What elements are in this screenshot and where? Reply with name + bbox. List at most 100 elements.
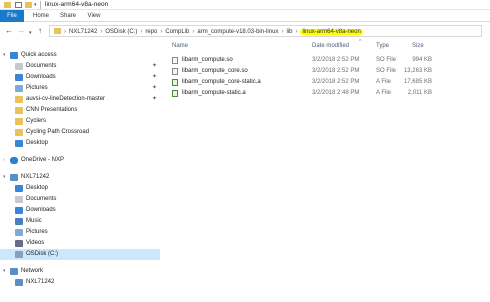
address-row: ← → ▾ ↑ › NXL71242 › OSDisk (C:) › repo › CompL… <box>0 23 490 39</box>
column-header-size[interactable]: Size <box>412 43 424 49</box>
nav-this-pc[interactable]: ▾ NXL71242 <box>0 172 160 183</box>
file-row[interactable]: libarm_compute.so 3/2/2018 2:52 PM SO Fi… <box>168 55 490 66</box>
nav-item-pc-pictures[interactable]: Pictures <box>0 227 160 238</box>
folder-icon <box>54 28 61 34</box>
crumb-drive[interactable]: OSDisk (C:) <box>105 29 137 35</box>
window-title: linux-arm64-v8a-neon <box>45 1 109 8</box>
nav-label: Quick access <box>21 52 57 58</box>
nav-item-pc-desktop[interactable]: Desktop <box>0 183 160 194</box>
nav-label: OneDrive - NXP <box>21 157 65 163</box>
file-row[interactable]: libarm_compute_core-static.a 3/2/2018 2:… <box>168 77 490 88</box>
folder-icon <box>15 107 23 114</box>
nav-item-pictures[interactable]: Pictures ✦ <box>0 83 160 94</box>
nav-item-cnn-presentations[interactable]: CNN Presentations <box>0 105 160 116</box>
address-bar[interactable]: › NXL71242 › OSDisk (C:) › repo › CompLib › arm_c… <box>49 25 482 37</box>
crumb-arm-compute[interactable]: arm_compute-v18.03-bin-linux <box>197 29 278 35</box>
download-icon <box>15 74 23 81</box>
file-row[interactable]: libarm_compute-static.a 3/2/2018 2:48 PM… <box>168 88 490 99</box>
sort-chevron-icon: ^ <box>359 39 362 45</box>
file-date: 3/2/2018 2:48 PM <box>312 90 360 96</box>
nav-label: Documents <box>26 63 57 69</box>
nav-item-osdisk[interactable]: OSDisk (C:) <box>0 249 160 260</box>
folder-icon <box>15 118 23 125</box>
nav-item-pc-documents[interactable]: Documents <box>0 194 160 205</box>
nav-label: Desktop <box>26 185 49 191</box>
nav-label: Documents <box>26 196 57 202</box>
new-folder-icon[interactable] <box>25 2 32 8</box>
chevron-down-icon[interactable]: ▾ <box>3 266 6 277</box>
tab-home[interactable]: Home <box>30 10 52 22</box>
file-date: 3/2/2018 2:52 PM <box>312 57 360 63</box>
tab-view[interactable]: View <box>84 10 104 22</box>
properties-icon[interactable] <box>15 2 22 8</box>
library-file-icon <box>172 79 178 86</box>
tab-share[interactable]: Share <box>56 10 80 22</box>
crumb-pc[interactable]: NXL71242 <box>69 29 97 35</box>
computer-icon <box>15 279 23 286</box>
file-name: libarm_compute.so <box>182 57 233 63</box>
crumb-repo[interactable]: repo <box>145 29 157 35</box>
chevron-right-icon[interactable]: › <box>64 29 66 35</box>
documents-icon <box>15 63 23 70</box>
nav-label: Cycling Path Crossroad <box>26 129 90 135</box>
column-header-date[interactable]: Date modified <box>312 43 349 49</box>
breadcrumb: › NXL71242 › OSDisk (C:) › repo › CompLib › arm_c… <box>54 28 363 35</box>
desktop-icon <box>15 140 23 147</box>
nav-quick-access[interactable]: ▾ Quick access <box>0 50 160 61</box>
nav-item-documents[interactable]: Documents ✦ <box>0 61 160 72</box>
nav-label: Pictures <box>26 229 48 235</box>
chevron-right-icon[interactable]: › <box>295 29 297 35</box>
forward-arrow-icon[interactable]: → <box>17 27 25 35</box>
nav-item-downloads[interactable]: Downloads ✦ <box>0 72 160 83</box>
chevron-right-icon[interactable]: › <box>3 155 5 166</box>
file-size: 994 KB <box>412 57 432 63</box>
nav-item-cycling-path[interactable]: Cycling Path Crossroad <box>0 127 160 138</box>
chevron-right-icon[interactable]: › <box>281 29 283 35</box>
recent-locations-icon[interactable]: ▾ <box>29 29 32 37</box>
library-file-icon <box>172 90 178 97</box>
nav-network[interactable]: ▾ Network <box>0 266 160 277</box>
nav-label: Downloads <box>26 207 56 213</box>
music-icon <box>15 218 23 225</box>
nav-item-desktop[interactable]: Desktop <box>0 138 160 149</box>
nav-item-cyclers[interactable]: Cyclers <box>0 116 160 127</box>
chevron-down-icon[interactable]: ▾ <box>3 50 6 61</box>
nav-label: Videos <box>26 240 45 246</box>
folder-icon <box>4 2 11 8</box>
file-row[interactable]: libarm_compute_core.so 3/2/2018 2:52 PM … <box>168 66 490 77</box>
chevron-down-icon[interactable]: ▾ <box>3 172 6 183</box>
pin-icon[interactable]: ✦ <box>152 72 157 83</box>
tab-file[interactable]: File <box>0 10 24 22</box>
nav-item-auvsi[interactable]: auvsi-cv-lineDetection-master ✦ <box>0 94 160 105</box>
crumb-lib[interactable]: lib <box>286 29 292 35</box>
file-type: A File <box>376 90 392 96</box>
crumb-current-folder[interactable]: linux-arm64-v8a-neon <box>300 28 363 35</box>
column-header-type[interactable]: Type <box>376 43 389 49</box>
nav-label: Network <box>21 268 44 274</box>
nav-label: auvsi-cv-lineDetection-master <box>26 96 106 102</box>
column-headers: Name ^ Date modified Type Size <box>168 39 490 52</box>
chevron-right-icon[interactable]: › <box>100 29 102 35</box>
nav-item-network-pc[interactable]: NXL71242 <box>0 277 160 288</box>
chevron-right-icon[interactable]: › <box>192 29 194 35</box>
up-arrow-icon[interactable]: ↑ <box>38 27 42 35</box>
chevron-right-icon[interactable]: › <box>140 29 142 35</box>
nav-label: OSDisk (C:) <box>26 251 58 257</box>
crumb-complib[interactable]: CompLib <box>165 29 189 35</box>
nav-label: Cyclers <box>26 118 47 124</box>
pin-icon[interactable]: ✦ <box>152 83 157 94</box>
chevron-right-icon[interactable]: › <box>160 29 162 35</box>
ribbon-tabs: File Home Share View <box>0 10 490 22</box>
nav-item-pc-music[interactable]: Music <box>0 216 160 227</box>
column-header-name[interactable]: Name <box>172 43 188 49</box>
back-arrow-icon[interactable]: ← <box>5 27 13 35</box>
computer-icon <box>10 174 18 181</box>
file-date: 3/2/2018 2:52 PM <box>312 68 360 74</box>
pin-icon[interactable]: ✦ <box>152 94 157 105</box>
nav-item-pc-downloads[interactable]: Downloads <box>0 205 160 216</box>
file-type: A File <box>376 79 392 85</box>
star-icon <box>10 52 18 59</box>
pin-icon[interactable]: ✦ <box>152 61 157 72</box>
nav-onedrive[interactable]: › OneDrive - NXP <box>0 155 160 166</box>
nav-item-pc-videos[interactable]: Videos <box>0 238 160 249</box>
